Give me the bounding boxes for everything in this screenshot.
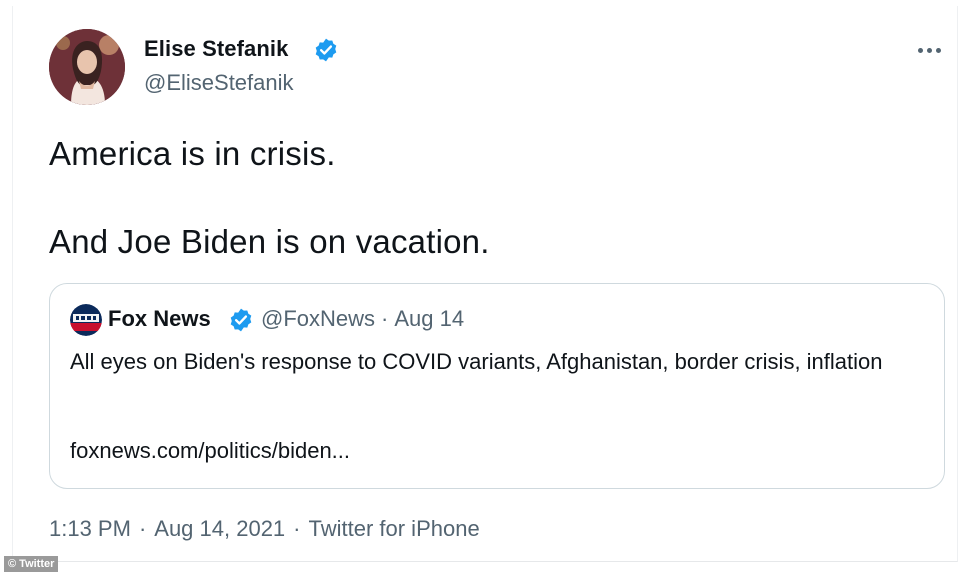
tweet-timestamp: 1:13 PM · Aug 14, 2021 · Twitter for iPhone bbox=[49, 516, 480, 542]
more-dot bbox=[917, 47, 923, 53]
more-dot bbox=[935, 47, 941, 53]
author-handle[interactable]: @EliseStefanik bbox=[144, 70, 294, 96]
meta-separator: · bbox=[381, 306, 389, 331]
more-dot bbox=[926, 47, 932, 53]
author-avatar[interactable] bbox=[49, 29, 125, 105]
image-credit: © Twitter bbox=[4, 556, 59, 572]
quoted-author-handle[interactable]: @FoxNews bbox=[261, 306, 375, 331]
quoted-text: All eyes on Biden's response to COVID va… bbox=[70, 349, 883, 374]
more-options-icon[interactable] bbox=[913, 36, 945, 64]
tweet-date[interactable]: Aug 14, 2021 bbox=[154, 516, 285, 541]
fox-news-logo-icon bbox=[70, 304, 102, 336]
quoted-date[interactable]: Aug 14 bbox=[394, 306, 464, 331]
tweet-source[interactable]: Twitter for iPhone bbox=[309, 516, 480, 541]
verified-badge-icon bbox=[315, 38, 337, 62]
quoted-tweet[interactable]: Fox News @FoxNews · Aug 14 All eyes on Bid… bbox=[49, 283, 945, 489]
tweet-text-line: America is in crisis. bbox=[49, 135, 336, 172]
profile-photo-icon bbox=[49, 29, 125, 105]
meta-separator: · bbox=[293, 516, 301, 541]
meta-separator: · bbox=[138, 516, 147, 541]
verified-badge-icon bbox=[230, 308, 252, 332]
tweet-time[interactable]: 1:13 PM bbox=[49, 516, 131, 541]
quoted-link[interactable]: foxnews.com/politics/biden... bbox=[70, 438, 350, 464]
tweet-text-line: And Joe Biden is on vacation. bbox=[49, 223, 490, 260]
quoted-meta: @FoxNews · Aug 14 bbox=[261, 306, 464, 332]
author-name[interactable]: Elise Stefanik bbox=[144, 36, 288, 62]
quoted-author-name[interactable]: Fox News bbox=[108, 306, 211, 332]
tweet-card[interactable]: Elise Stefanik @EliseStefanik America is… bbox=[12, 6, 958, 562]
